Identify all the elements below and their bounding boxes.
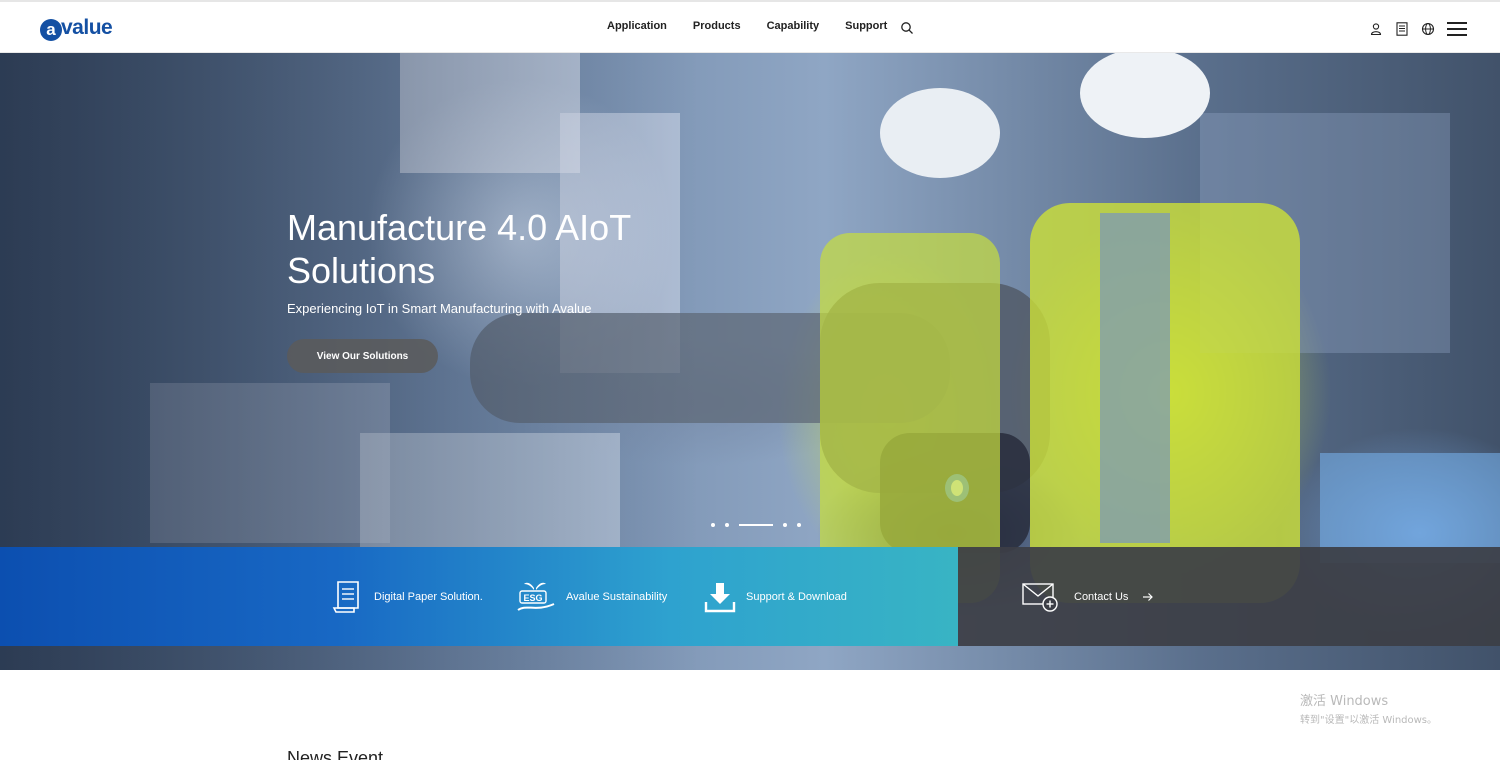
esg-icon-text: ESG [523, 593, 542, 603]
carousel-dot[interactable] [725, 523, 729, 527]
download-icon [704, 582, 736, 612]
carousel-dot[interactable] [797, 523, 801, 527]
esg-icon: ESG [517, 582, 555, 611]
nav-capability[interactable]: Capability [767, 20, 820, 32]
search-icon[interactable] [900, 21, 914, 35]
carousel-dot[interactable] [783, 523, 787, 527]
avalue-logo[interactable]: a value [40, 14, 113, 42]
carousel-dot-active[interactable] [739, 524, 773, 526]
document-icon[interactable] [1395, 22, 1409, 36]
logo-mark: a [40, 19, 62, 41]
main-nav: Application Products Capability Support [594, 20, 900, 32]
carousel-dot[interactable] [711, 523, 715, 527]
quick-link-sustainability[interactable]: ESG Avalue Sustainability [516, 547, 667, 646]
nav-support[interactable]: Support [845, 20, 887, 32]
windows-activation-watermark: 激活 Windows 转到"设置"以激活 Windows。 [1300, 690, 1437, 726]
menu-icon[interactable] [1447, 22, 1467, 36]
quick-link-label: Avalue Sustainability [566, 590, 668, 603]
watermark-line-2: 转到"设置"以激活 Windows。 [1300, 715, 1438, 726]
logo-text: value [61, 16, 113, 39]
site-header: a value Application Products Capability … [0, 0, 1500, 53]
quick-link-digital-paper[interactable]: Digital Paper Solution. [332, 547, 483, 646]
mail-icon [1022, 582, 1058, 612]
user-icon[interactable] [1369, 22, 1383, 36]
contact-us-label: Contact Us [1074, 590, 1129, 603]
carousel-pagination [711, 522, 811, 528]
quick-link-support-download[interactable]: Support & Download [704, 547, 847, 646]
globe-icon[interactable] [1421, 22, 1435, 36]
contact-us-link[interactable]: Contact Us [1022, 547, 1154, 646]
nav-application[interactable]: Application [607, 20, 667, 32]
arrow-right-icon [1143, 592, 1154, 601]
nav-products[interactable]: Products [693, 20, 741, 32]
quick-link-label: Support & Download [746, 590, 847, 603]
view-solutions-button[interactable]: View Our Solutions [287, 339, 438, 373]
watermark-line-1: 激活 Windows [1300, 694, 1389, 709]
hero-title: Manufacture 4.0 AIoT Solutions [287, 207, 631, 291]
contact-panel: Contact Us [958, 547, 1500, 646]
quick-link-label: Digital Paper Solution. [374, 590, 483, 603]
quick-links-bar: Digital Paper Solution. ESG Avalue Susta… [0, 547, 958, 646]
section-title: News Event [287, 748, 384, 760]
hero-subtitle: Experiencing IoT in Smart Manufacturing … [287, 301, 592, 316]
digital-paper-icon [332, 580, 359, 613]
